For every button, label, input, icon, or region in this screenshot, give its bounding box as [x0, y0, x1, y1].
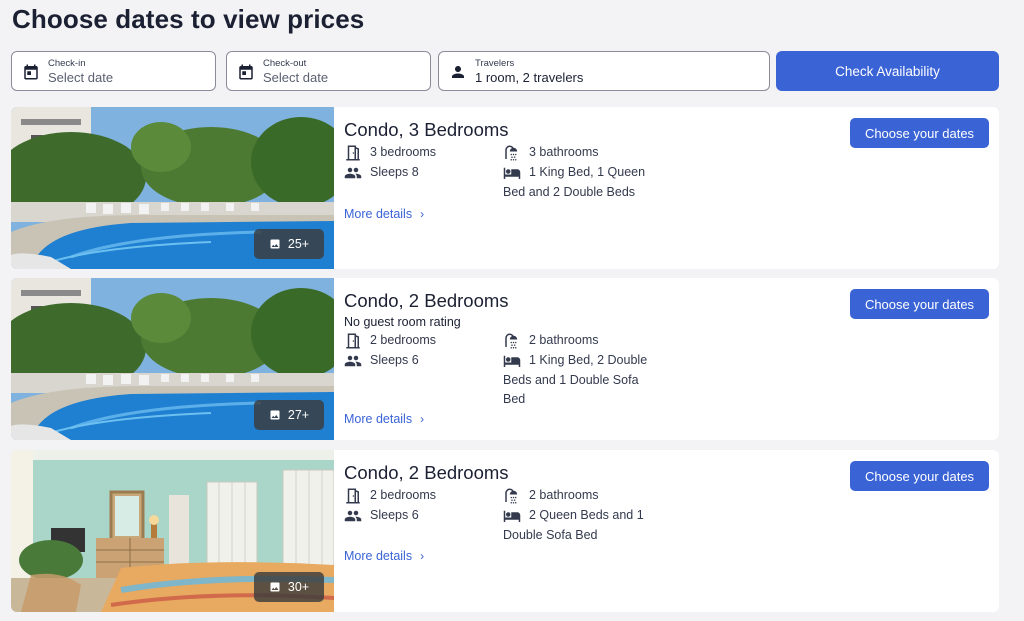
choose-dates-button[interactable]: Choose your dates	[850, 289, 989, 319]
bathrooms-text: 2 bathrooms	[529, 488, 599, 502]
bedrooms-text: 2 bedrooms	[370, 488, 437, 502]
people-icon	[344, 164, 362, 182]
bedrooms-text: 2 bedrooms	[370, 333, 437, 347]
room-name: Condo, 3 Bedrooms	[344, 119, 509, 140]
travelers-value: 1 room, 2 travelers	[475, 70, 584, 85]
beds-text: 1 King Bed, 2 Double Beds and 1 Double S…	[503, 353, 648, 406]
beds-feature: 2 Queen Beds and 1 Double Sofa Bed	[503, 506, 663, 545]
shower-icon	[503, 332, 521, 350]
bathrooms-text: 2 bathrooms	[529, 333, 599, 347]
more-details-label: More details	[344, 412, 413, 426]
sleeps-feature: Sleeps 6	[344, 506, 494, 526]
room-name: Condo, 2 Bedrooms	[344, 290, 509, 311]
room-name: Condo, 2 Bedrooms	[344, 462, 509, 483]
door-icon	[344, 332, 362, 350]
beds-feature: 1 King Bed, 2 Double Beds and 1 Double S…	[503, 351, 663, 410]
checkin-field[interactable]: Check-in Select date	[11, 51, 216, 91]
bedrooms-feature: 2 bedrooms	[344, 331, 494, 351]
more-details-label: More details	[344, 207, 413, 221]
photo-count-button[interactable]: 27+	[254, 400, 324, 430]
calendar-icon	[237, 63, 255, 81]
travelers-label: Travelers	[475, 58, 515, 69]
choose-dates-button[interactable]: Choose your dates	[850, 118, 989, 148]
sleeps-text: Sleeps 8	[370, 165, 419, 179]
checkout-label: Check-out	[263, 58, 307, 69]
person-icon	[449, 63, 467, 81]
bathrooms-feature: 2 bathrooms	[503, 331, 663, 351]
bathrooms-text: 3 bathrooms	[529, 145, 599, 159]
photo-count: 27+	[287, 408, 310, 422]
bedrooms-feature: 2 bedrooms	[344, 486, 494, 506]
room-card: 25+ Condo, 3 Bedrooms 3 bedrooms Sleeps …	[11, 107, 999, 269]
page-title: Choose dates to view prices	[12, 4, 365, 34]
shower-icon	[503, 144, 521, 162]
beds-text: 1 King Bed, 1 Queen Bed and 2 Double Bed…	[503, 165, 646, 199]
door-icon	[344, 487, 362, 505]
sleeps-text: Sleeps 6	[370, 508, 419, 522]
gallery-icon	[269, 238, 281, 250]
choose-dates-button[interactable]: Choose your dates	[850, 461, 989, 491]
chevron-right-icon: ›	[420, 412, 425, 426]
checkin-value: Select date	[48, 70, 114, 85]
room-photo-bedroom[interactable]: 30+	[11, 450, 334, 612]
sleeps-feature: Sleeps 6	[344, 351, 494, 371]
beds-text: 2 Queen Beds and 1 Double Sofa Bed	[503, 508, 644, 542]
door-icon	[344, 144, 362, 162]
more-details-link[interactable]: More details ›	[344, 412, 424, 426]
search-bar: Check-in Select date Check-out Select da…	[11, 51, 999, 91]
beds-feature: 1 King Bed, 1 Queen Bed and 2 Double Bed…	[503, 163, 663, 202]
bedrooms-feature: 3 bedrooms	[344, 143, 494, 163]
gallery-icon	[269, 581, 281, 593]
sleeps-feature: Sleeps 8	[344, 163, 494, 183]
photo-count-button[interactable]: 25+	[254, 229, 324, 259]
bed-icon	[503, 164, 521, 182]
bed-icon	[503, 507, 521, 525]
more-details-link[interactable]: More details ›	[344, 549, 424, 563]
check-availability-button[interactable]: Check Availability	[776, 51, 999, 91]
room-photo-pool[interactable]: 27+	[11, 278, 334, 440]
guest-rating: No guest room rating	[344, 315, 461, 329]
people-icon	[344, 352, 362, 370]
room-card: 27+ Condo, 2 Bedrooms No guest room rati…	[11, 278, 999, 440]
more-details-link[interactable]: More details ›	[344, 207, 424, 221]
gallery-icon	[269, 409, 281, 421]
travelers-field[interactable]: Travelers 1 room, 2 travelers	[438, 51, 770, 91]
checkout-field[interactable]: Check-out Select date	[226, 51, 431, 91]
room-photo-pool[interactable]: 25+	[11, 107, 334, 269]
chevron-right-icon: ›	[420, 549, 425, 563]
bed-icon	[503, 352, 521, 370]
calendar-icon	[22, 63, 40, 81]
checkin-label: Check-in	[48, 58, 86, 69]
bathrooms-feature: 2 bathrooms	[503, 486, 663, 506]
people-icon	[344, 507, 362, 525]
photo-count-button[interactable]: 30+	[254, 572, 324, 602]
bedrooms-text: 3 bedrooms	[370, 145, 437, 159]
photo-count: 30+	[287, 580, 310, 594]
sleeps-text: Sleeps 6	[370, 353, 419, 367]
room-card: 30+ Condo, 2 Bedrooms 2 bedrooms Sleeps …	[11, 450, 999, 612]
chevron-right-icon: ›	[420, 207, 425, 221]
photo-count: 25+	[287, 237, 310, 251]
shower-icon	[503, 487, 521, 505]
more-details-label: More details	[344, 549, 413, 563]
checkout-value: Select date	[263, 70, 329, 85]
bathrooms-feature: 3 bathrooms	[503, 143, 663, 163]
